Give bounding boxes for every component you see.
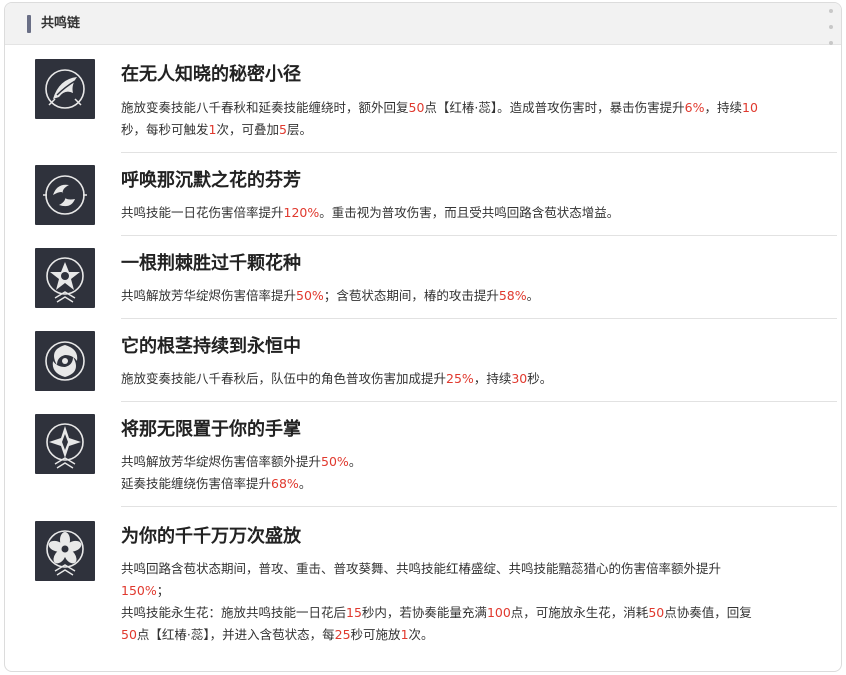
- desc-line: 共鸣解放芳华绽烬伤害倍率额外提升50%。: [121, 451, 835, 473]
- star-icon: [35, 248, 95, 308]
- desc-text: 点【红椿·蕊】。造成普攻伤害时，暴击伤害提升: [424, 100, 685, 115]
- highlight-value: 50: [648, 605, 665, 620]
- highlight-value: 30: [511, 371, 528, 386]
- desc-line: 延奏技能缠绕伤害倍率提升68%。: [121, 473, 835, 495]
- wing-flower-icon: [35, 59, 95, 119]
- desc-text: 秒内，若协奏能量充满: [361, 605, 487, 620]
- desc-text: 。: [348, 454, 362, 469]
- desc-text: 次。: [408, 627, 434, 642]
- desc-line: 秒，每秒可触发1次，可叠加5层。: [121, 119, 835, 141]
- desc-text: 共鸣技能一日花伤害倍率提升: [121, 205, 284, 220]
- desc-text: 施放变奏技能八千春秋和延奏技能缠绕时，额外回复: [121, 100, 409, 115]
- desc-line: 施放变奏技能八千春秋后，队伍中的角色普攻伤害加成提升25%，持续30秒。: [121, 368, 835, 390]
- resonance-chain-panel: 共鸣链 在无人知晓的秘密小径 施放变奏技能八千春秋和延奏技能缠绕时，额外回复50…: [4, 2, 842, 672]
- divider: [121, 506, 837, 507]
- highlight-value: 1: [400, 627, 409, 642]
- chain-item-title: 它的根茎持续到永恒中: [121, 336, 301, 357]
- chain-item-title: 呼唤那沉默之花的芬芳: [121, 170, 301, 191]
- desc-text: 。: [526, 288, 540, 303]
- desc-line: 施放变奏技能八千春秋和延奏技能缠绕时，额外回复50点【红椿·蕊】。造成普攻伤害时…: [121, 97, 835, 119]
- chain-item-title: 在无人知晓的秘密小径: [121, 64, 301, 85]
- more-options-icon[interactable]: [829, 9, 833, 57]
- panel-header: 共鸣链: [5, 3, 841, 45]
- divider: [121, 318, 837, 319]
- desc-line: 共鸣回路含苞状态期间，普攻、重击、普攻葵舞、共鸣技能红椿盛绽、共鸣技能黯蕊猎心的…: [121, 558, 835, 580]
- divider: [121, 401, 837, 402]
- highlight-value: 25%: [446, 371, 474, 386]
- highlight-value: 6%: [684, 100, 705, 115]
- highlight-value: 68%: [271, 476, 299, 491]
- header-accent-bar: [27, 15, 31, 33]
- desc-line: 共鸣技能一日花伤害倍率提升120%。重击视为普攻伤害，而且受共鸣回路含苞状态增益…: [121, 202, 835, 224]
- desc-text: 。: [298, 476, 312, 491]
- desc-text: ，持续: [704, 100, 743, 115]
- highlight-value: 5: [278, 122, 287, 137]
- desc-text: ；含苞状态期间，椿的攻击提升: [323, 288, 499, 303]
- highlight-value: 50: [408, 100, 425, 115]
- chain-item-desc: 共鸣技能一日花伤害倍率提升120%。重击视为普攻伤害，而且受共鸣回路含苞状态增益…: [121, 202, 835, 224]
- chain-item-title: 一根荆棘胜过千颗花种: [121, 253, 301, 274]
- desc-text: 秒可施放: [350, 627, 401, 642]
- desc-text: 次，可叠加: [216, 122, 279, 137]
- highlight-value: 50: [121, 627, 137, 642]
- desc-text: ；: [156, 583, 170, 598]
- blossom-icon: [35, 521, 95, 581]
- chain-item-desc: 施放变奏技能八千春秋和延奏技能缠绕时，额外回复50点【红椿·蕊】。造成普攻伤害时…: [121, 97, 835, 141]
- desc-text: 共鸣解放芳华绽烬伤害倍率额外提升: [121, 454, 322, 469]
- highlight-value: 50%: [321, 454, 349, 469]
- desc-line: 共鸣解放芳华绽烬伤害倍率提升50%；含苞状态期间，椿的攻击提升58%。: [121, 285, 835, 307]
- desc-text: 共鸣技能永生花：施放共鸣技能一日花后: [121, 605, 347, 620]
- chain-item-title: 将那无限置于你的手掌: [121, 419, 301, 440]
- highlight-value: 100: [486, 605, 511, 620]
- chain-item-desc: 共鸣解放芳华绽烬伤害倍率额外提升50%。 延奏技能缠绕伤害倍率提升68%。: [121, 451, 835, 495]
- chain-item-desc: 施放变奏技能八千春秋后，队伍中的角色普攻伤害加成提升25%，持续30秒。: [121, 368, 835, 390]
- desc-line: 50点【红椿·蕊】，并进入含苞状态，每25秒可施放1次。: [121, 624, 835, 646]
- desc-text: 延奏技能缠绕伤害倍率提升: [121, 476, 272, 491]
- desc-text: 。重击视为普攻伤害，而且受共鸣回路含苞状态增益。: [319, 205, 620, 220]
- desc-text: 共鸣回路含苞状态期间，普攻、重击、普攻葵舞、共鸣技能红椿盛绽、共鸣技能黯蕊猎心的…: [121, 561, 722, 576]
- divider: [121, 152, 837, 153]
- desc-text: 共鸣解放芳华绽烬伤害倍率提升: [121, 288, 297, 303]
- highlight-value: 58%: [498, 288, 527, 303]
- highlight-value: 120%: [283, 205, 320, 220]
- desc-text: 秒。: [527, 371, 553, 386]
- desc-line: 150%；: [121, 580, 835, 602]
- desc-text: 点【红椿·蕊】，并进入含苞状态，每: [136, 627, 335, 642]
- highlight-value: 15: [346, 605, 362, 620]
- desc-text: 点协奏值，回复: [664, 605, 752, 620]
- highlight-value: 25: [334, 627, 351, 642]
- desc-text: 秒，每秒可触发: [121, 122, 209, 137]
- desc-text: ，持续: [473, 371, 512, 386]
- desc-text: 点，可施放永生花，消耗: [510, 605, 649, 620]
- chain-item-desc: 共鸣解放芳华绽烬伤害倍率提升50%；含苞状态期间，椿的攻击提升58%。: [121, 285, 835, 307]
- vortex-icon: [35, 331, 95, 391]
- swirl-icon: [35, 165, 95, 225]
- highlight-value: 150%: [121, 583, 157, 598]
- panel-title: 共鸣链: [41, 16, 81, 31]
- highlight-value: 10: [742, 100, 758, 115]
- desc-text: 施放变奏技能八千春秋后，队伍中的角色普攻伤害加成提升: [121, 371, 447, 386]
- divider: [121, 235, 837, 236]
- chain-item-desc: 共鸣回路含苞状态期间，普攻、重击、普攻葵舞、共鸣技能红椿盛绽、共鸣技能黯蕊猎心的…: [121, 558, 835, 646]
- highlight-value: 50%: [296, 288, 324, 303]
- desc-line: 共鸣技能永生花：施放共鸣技能一日花后15秒内，若协奏能量充满100点，可施放永生…: [121, 602, 835, 624]
- desc-text: 层。: [286, 122, 312, 137]
- compass-icon: [35, 414, 95, 474]
- chain-item-title: 为你的千千万万次盛放: [121, 526, 301, 547]
